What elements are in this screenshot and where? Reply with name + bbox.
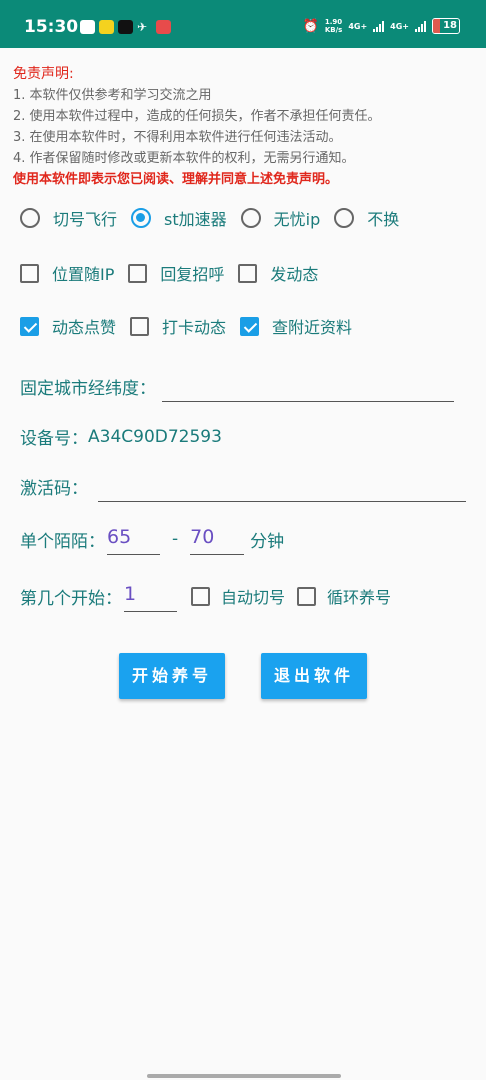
status-bar: 15:30 ✈ ⏰ 1.90 KB/s 4G+ 4G+ 18 xyxy=(0,0,486,48)
disclaimer-line: 4. 作者保留随时修改或更新本软件的权利，无需另行通知。 xyxy=(13,151,355,166)
checkbox-label[interactable]: 位置随IP xyxy=(52,261,114,285)
options-row-1: 位置随IP 回复招呼 发动态 xyxy=(20,261,332,285)
radio-label[interactable]: 无忧ip xyxy=(274,206,321,230)
checkbox-like-moments[interactable] xyxy=(20,316,39,336)
radio-qiehao[interactable] xyxy=(20,208,40,228)
exit-button[interactable]: 退出软件 xyxy=(261,653,367,699)
checkbox-loop[interactable] xyxy=(297,586,317,606)
checkbox-label[interactable]: 查附近资料 xyxy=(272,314,352,338)
notification-icons: ✈ xyxy=(80,20,171,34)
checkbox-label[interactable]: 循环养号 xyxy=(327,584,391,608)
duration-label: 单个陌陌： xyxy=(20,531,105,552)
duration-max-input[interactable] xyxy=(190,523,245,555)
signal-icon xyxy=(373,20,385,32)
disclaimer-line: 1. 本软件仅供参考和学习交流之用 xyxy=(13,88,212,103)
radio-label[interactable]: 切号飞行 xyxy=(53,206,117,230)
checkbox-label[interactable]: 自动切号 xyxy=(221,584,285,608)
options-row-2: 动态点赞 打卡动态 查附近资料 xyxy=(20,314,366,338)
disclaimer-line: 2. 使用本软件过程中，造成的任何损失，作者不承担任何责任。 xyxy=(13,109,381,124)
device-label: 设备号： xyxy=(20,429,88,449)
city-coordinates-input[interactable] xyxy=(162,370,454,402)
activation-code-input[interactable] xyxy=(98,470,466,502)
checkbox-label[interactable]: 打卡动态 xyxy=(162,314,226,338)
start-button[interactable]: 开始养号 xyxy=(119,653,225,699)
device-row: 设备号： A34C90D72593 xyxy=(20,424,222,450)
activation-row: 激活码： xyxy=(20,470,466,502)
city-label: 固定城市经纬度： xyxy=(20,378,156,399)
radio-st-accelerator[interactable] xyxy=(131,208,152,228)
checkbox-label[interactable]: 动态点赞 xyxy=(52,314,116,338)
system-status: ⏰ 1.90 KB/s 4G+ 4G+ 18 xyxy=(303,18,460,34)
alarm-icon: ⏰ xyxy=(302,18,319,34)
duration-unit: 分钟 xyxy=(250,531,285,552)
radio-label[interactable]: st加速器 xyxy=(164,206,227,230)
network-speed: 1.90 KB/s xyxy=(325,18,342,34)
battery-level: 18 xyxy=(443,20,457,31)
qq-icon xyxy=(80,20,95,34)
speed-unit: KB/s xyxy=(324,26,343,34)
speed-value: 1.90 xyxy=(324,18,343,26)
device-id-value: A34C90D72593 xyxy=(88,426,222,447)
checkbox-label[interactable]: 发动态 xyxy=(270,261,318,285)
disclaimer-warning: 使用本软件即表示您已阅读、理解并同意上述免责声明。 xyxy=(13,172,339,187)
checkbox-reply-greeting[interactable] xyxy=(128,263,148,283)
city-row: 固定城市经纬度： xyxy=(20,370,454,402)
network-type-1: 4G+ xyxy=(348,21,368,31)
radio-wuyou-ip[interactable] xyxy=(240,208,261,228)
tiktok-icon xyxy=(118,20,133,34)
disclaimer: 免责声明: 1. 本软件仅供参考和学习交流之用 2. 使用本软件过程中，造成的任… xyxy=(13,64,478,190)
checkbox-checkin-moment[interactable] xyxy=(130,316,150,336)
network-type-2: 4G+ xyxy=(390,21,409,31)
duration-dash: - xyxy=(172,529,179,549)
checkbox-label[interactable]: 回复招呼 xyxy=(160,261,224,285)
disclaimer-line: 3. 在使用本软件时，不得利用本软件进行任何违法活动。 xyxy=(13,130,342,145)
checkbox-nearby-profiles[interactable] xyxy=(240,316,260,336)
disclaimer-title: 免责声明: xyxy=(13,66,74,82)
battery-icon: 18 xyxy=(432,18,460,34)
heart-app-icon xyxy=(156,20,171,34)
radio-label[interactable]: 不换 xyxy=(367,206,399,230)
checkbox-auto-switch[interactable] xyxy=(191,586,210,606)
plane-icon: ✈ xyxy=(137,20,148,34)
duration-min-input[interactable] xyxy=(107,523,160,555)
checkbox-post-moment[interactable] xyxy=(238,263,258,283)
home-indicator[interactable] xyxy=(147,1074,341,1078)
signal-icon xyxy=(415,20,426,32)
radio-no-change[interactable] xyxy=(334,208,355,228)
app-icon xyxy=(99,20,114,34)
clock: 15:30 xyxy=(24,17,79,37)
proxy-mode-radio-group: 切号飞行 st加速器 无忧ip 不换 xyxy=(20,206,413,230)
start-label: 第几个开始： xyxy=(20,588,122,609)
checkbox-location-ip[interactable] xyxy=(20,263,39,283)
duration-row: 单个陌陌： - 分钟 xyxy=(20,523,284,555)
start-index-input[interactable] xyxy=(124,580,177,612)
start-row: 第几个开始： 自动切号 循环养号 xyxy=(20,580,405,612)
activation-label: 激活码： xyxy=(20,478,88,499)
